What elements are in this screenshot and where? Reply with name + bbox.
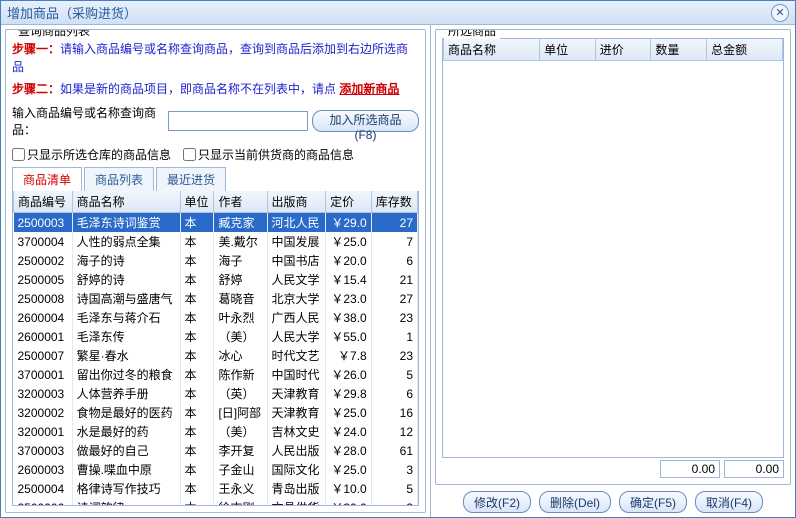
product-table[interactable]: 商品编号商品名称单位作者出版商定价库存数 2500003毛泽东诗词鉴赏本臧克家河… bbox=[12, 191, 419, 506]
table-row[interactable]: 3200001水是最好的药本（美）吉林文史￥24.012 bbox=[14, 422, 418, 441]
add-selected-button[interactable]: 加入所选商品(F8) bbox=[312, 110, 419, 132]
col-header[interactable]: 定价 bbox=[326, 191, 372, 213]
table-row[interactable]: 3200003人体营养手册本（英）天津教育￥29.86 bbox=[14, 384, 418, 403]
step2-line: 步骤二：如果是新的商品项目，即商品名称不在列表中，请点 添加新商品 bbox=[12, 80, 419, 98]
col-header[interactable]: 出版商 bbox=[267, 191, 326, 213]
cancel-button[interactable]: 取消(F4) bbox=[695, 491, 763, 513]
col-header[interactable]: 单位 bbox=[180, 191, 214, 213]
table-row[interactable]: 2600004毛泽东与蒋介石本叶永烈广西人民￥38.023 bbox=[14, 308, 418, 327]
col-header[interactable]: 进价 bbox=[595, 39, 651, 61]
selected-table[interactable]: 商品名称单位进价数量总金额 bbox=[442, 38, 784, 458]
tabs: 商品清单 商品列表 最近进货 bbox=[12, 167, 419, 192]
table-row[interactable]: 2500008诗国高潮与盛唐气本葛晓音北京大学￥23.027 bbox=[14, 289, 418, 308]
modify-button[interactable]: 修改(F2) bbox=[463, 491, 531, 513]
search-input[interactable] bbox=[168, 111, 308, 131]
table-row[interactable]: 2500006诗词韵律本徐志刚文具供货￥30.03 bbox=[14, 498, 418, 506]
delete-button[interactable]: 删除(Del) bbox=[539, 491, 611, 513]
table-row[interactable]: 3700003做最好的自己本李开复人民出版￥28.061 bbox=[14, 441, 418, 460]
total-amount: 0.00 bbox=[724, 460, 784, 478]
table-row[interactable]: 2500003毛泽东诗词鉴赏本臧克家河北人民￥29.027 bbox=[14, 213, 418, 233]
col-header[interactable]: 单位 bbox=[540, 39, 596, 61]
window-title: 增加商品（采购进货） bbox=[7, 3, 771, 22]
table-row[interactable]: 2500005舒婷的诗本舒婷人民文学￥15.421 bbox=[14, 270, 418, 289]
selected-group: 所选商品 商品名称单位进价数量总金额 0.00 0.00 bbox=[435, 29, 791, 485]
col-header[interactable]: 商品名称 bbox=[72, 191, 180, 213]
warehouse-checkbox[interactable]: 只显示所选仓库的商品信息 bbox=[12, 146, 171, 163]
search-label: 输入商品编号或名称查询商品： bbox=[12, 104, 164, 138]
col-header[interactable]: 商品编号 bbox=[14, 191, 73, 213]
search-group: 查询商品列表 步骤一：请输入商品编号或名称查询商品，查询到商品后添加到右边所选商… bbox=[5, 29, 426, 513]
search-group-label: 查询商品列表 bbox=[14, 29, 94, 39]
col-header[interactable]: 商品名称 bbox=[444, 39, 540, 61]
supplier-checkbox[interactable]: 只显示当前供货商的商品信息 bbox=[183, 146, 354, 163]
table-row[interactable]: 2600001毛泽东传本（美）人民大学￥55.01 bbox=[14, 327, 418, 346]
table-row[interactable]: 3700004人性的弱点全集本美.戴尔中国发展￥25.07 bbox=[14, 232, 418, 251]
add-new-product-link[interactable]: 添加新商品 bbox=[339, 82, 399, 96]
col-header[interactable]: 作者 bbox=[214, 191, 267, 213]
tab-recent[interactable]: 最近进货 bbox=[156, 167, 226, 191]
table-row[interactable]: 2500002海子的诗本海子中国书店￥20.06 bbox=[14, 251, 418, 270]
total-qty: 0.00 bbox=[660, 460, 720, 478]
table-row[interactable]: 3200002食物是最好的医药本[日]阿部天津教育￥25.016 bbox=[14, 403, 418, 422]
table-row[interactable]: 2500004格律诗写作技巧本王永义青岛出版￥10.05 bbox=[14, 479, 418, 498]
selected-group-label: 所选商品 bbox=[444, 29, 500, 39]
col-header[interactable]: 库存数 bbox=[371, 191, 417, 213]
table-row[interactable]: 2600003曹操.喋血中原本子金山国际文化￥25.03 bbox=[14, 460, 418, 479]
table-row[interactable]: 2500007繁星·春水本冰心时代文艺￥7.823 bbox=[14, 346, 418, 365]
col-header[interactable]: 总金额 bbox=[707, 39, 783, 61]
col-header[interactable]: 数量 bbox=[651, 39, 707, 61]
close-icon[interactable]: ✕ bbox=[771, 4, 789, 22]
confirm-button[interactable]: 确定(F5) bbox=[619, 491, 687, 513]
table-row[interactable]: 3700001留出你过冬的粮食本陈作新中国时代￥26.05 bbox=[14, 365, 418, 384]
tab-grid[interactable]: 商品列表 bbox=[84, 167, 154, 191]
tab-list[interactable]: 商品清单 bbox=[12, 167, 82, 192]
add-product-window: 增加商品（采购进货） ✕ 查询商品列表 步骤一：请输入商品编号或名称查询商品，查… bbox=[0, 0, 796, 518]
step1-line: 步骤一：请输入商品编号或名称查询商品，查询到商品后添加到右边所选商品 bbox=[12, 40, 419, 76]
titlebar: 增加商品（采购进货） ✕ bbox=[1, 1, 795, 25]
